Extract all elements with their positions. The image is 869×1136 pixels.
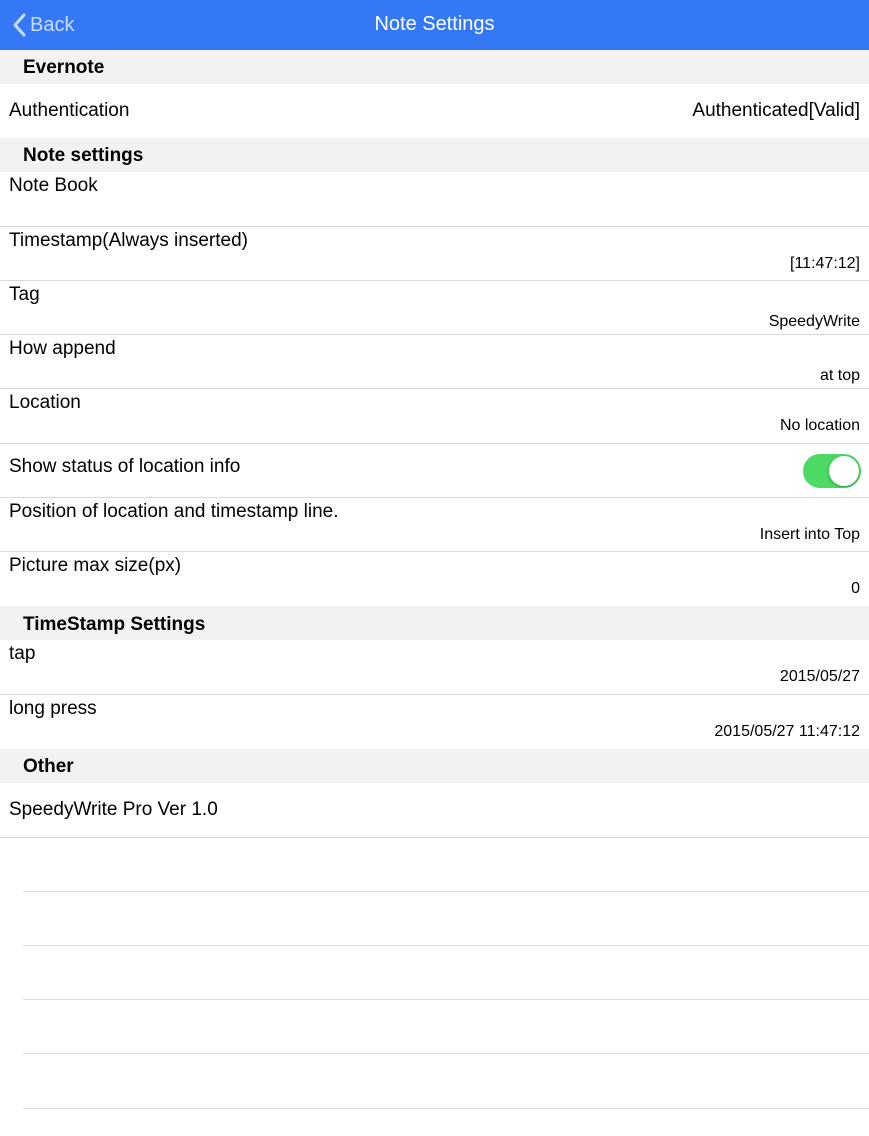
- tag-value: SpeedyWrite: [768, 313, 860, 330]
- navigation-bar: Back Note Settings: [0, 0, 869, 50]
- tag-row[interactable]: Tag SpeedyWrite: [0, 281, 869, 335]
- location-row[interactable]: Location No location: [0, 389, 869, 444]
- tap-value: 2015/05/27: [779, 668, 860, 685]
- location-value: No location: [779, 417, 860, 434]
- picture-max-size-row[interactable]: Picture max size(px) 0: [0, 552, 869, 606]
- row-title: long press: [9, 698, 97, 719]
- section-label: Note settings: [23, 145, 144, 166]
- authentication-status: Authenticated[Valid]: [692, 100, 860, 121]
- row-title: Position of location and timestamp line.: [9, 501, 339, 522]
- position-row[interactable]: Position of location and timestamp line.…: [0, 498, 869, 552]
- row-title: How append: [9, 338, 116, 359]
- section-header-other: Other: [0, 749, 869, 783]
- row-title: Tag: [9, 284, 40, 305]
- authentication-row[interactable]: Authentication Authenticated[Valid]: [0, 84, 869, 138]
- empty-row-separator: [23, 891, 869, 892]
- row-title: tap: [9, 643, 36, 664]
- timestamp-value: [11:47:12]: [790, 255, 860, 272]
- row-title: Location: [9, 392, 81, 413]
- how-append-value: at top: [819, 367, 860, 384]
- section-header-evernote: Evernote: [0, 50, 869, 84]
- tap-row[interactable]: tap 2015/05/27: [0, 640, 869, 695]
- picture-max-size-value: 0: [851, 580, 860, 597]
- long-press-value: 2015/05/27 11:47:12: [714, 723, 860, 740]
- toggle-knob: [829, 456, 859, 486]
- note-book-row[interactable]: Note Book: [0, 172, 869, 227]
- row-title: Timestamp(Always inserted): [9, 230, 248, 251]
- show-status-location-row: Show status of location info: [0, 444, 869, 498]
- long-press-row[interactable]: long press 2015/05/27 11:47:12: [0, 695, 869, 749]
- empty-row-separator: [23, 1053, 869, 1054]
- section-label: Other: [23, 756, 74, 777]
- row-title: Authentication: [9, 100, 130, 121]
- row-title: Note Book: [9, 175, 98, 196]
- section-header-timestamp-settings: TimeStamp Settings: [0, 606, 869, 640]
- empty-row-separator: [23, 999, 869, 1000]
- empty-row-separator: [23, 1108, 869, 1109]
- row-title: Picture max size(px): [9, 555, 182, 576]
- section-label: TimeStamp Settings: [23, 614, 206, 635]
- row-title: Show status of location info: [9, 456, 241, 477]
- position-value: Insert into Top: [759, 526, 860, 543]
- version-label: SpeedyWrite Pro Ver 1.0: [9, 799, 218, 820]
- page-title: Note Settings: [374, 13, 495, 35]
- timestamp-row[interactable]: Timestamp(Always inserted) [11:47:12]: [0, 227, 869, 281]
- version-row: SpeedyWrite Pro Ver 1.0: [0, 783, 869, 838]
- section-label: Evernote: [23, 57, 105, 78]
- show-status-location-toggle[interactable]: [803, 454, 861, 488]
- empty-row-separator: [23, 945, 869, 946]
- how-append-row[interactable]: How append at top: [0, 335, 869, 389]
- section-header-note-settings: Note settings: [0, 138, 869, 172]
